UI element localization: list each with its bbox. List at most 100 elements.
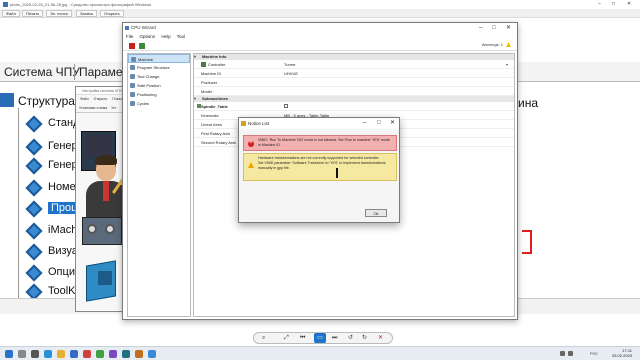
- dialog-close-icon[interactable]: ✕: [390, 118, 395, 129]
- search-icon[interactable]: [18, 350, 26, 358]
- viewer-title-bar: photo_2025-02-25_21-56-28.jpg - Средство…: [0, 0, 640, 9]
- slideshow-icon[interactable]: ▭: [314, 333, 326, 343]
- wizard-menubar: File Options Help Tool: [123, 33, 517, 41]
- viewer-menu-file[interactable]: Файл: [2, 10, 20, 17]
- viewer-title: photo_2025-02-25_21-56-28.jpg - Средство…: [10, 2, 152, 7]
- language-indicator[interactable]: РУС: [590, 351, 598, 356]
- warning-icon: [248, 162, 254, 168]
- diamond-icon: [25, 179, 43, 197]
- minimize-icon[interactable]: –: [598, 0, 601, 9]
- dialog-maximize-icon[interactable]: □: [377, 118, 381, 129]
- delete-icon[interactable]: ✕: [378, 333, 383, 343]
- bg-red-outline: [522, 230, 532, 254]
- task-view-icon[interactable]: [31, 350, 39, 358]
- network-icon[interactable]: [560, 351, 565, 356]
- app-icon[interactable]: [70, 350, 78, 358]
- volume-icon[interactable]: [568, 351, 573, 356]
- wizard-nav: Machine Program Structure Tool Change Sa…: [127, 53, 191, 317]
- win2-menu-show[interactable]: Показ: [112, 97, 122, 101]
- stop-icon[interactable]: [129, 43, 135, 49]
- clock[interactable]: 17:11 25.02.2025: [612, 348, 632, 358]
- app-icon[interactable]: [83, 350, 91, 358]
- dialog-title-bar: Notice List – □ ✕: [239, 118, 399, 129]
- run-icon[interactable]: [139, 43, 145, 49]
- win2-settings-tab[interactable]: Уст: [111, 106, 116, 110]
- maximize-icon[interactable]: □: [612, 0, 615, 9]
- win2-menu-open[interactable]: Открыть: [94, 97, 108, 101]
- app-icon[interactable]: [109, 350, 117, 358]
- wizard-title-bar: CPU Wizard – □ ✕: [123, 23, 517, 33]
- viewer-menu-print[interactable]: Печать: [22, 10, 44, 17]
- prev-icon[interactable]: ⏮: [300, 333, 305, 343]
- chevron-down-icon[interactable]: ▾: [506, 60, 508, 69]
- fit-icon[interactable]: ⤢: [284, 333, 289, 343]
- diamond-icon: [25, 243, 43, 261]
- error-icon: [248, 140, 254, 147]
- ok-button[interactable]: Ok: [365, 209, 387, 217]
- win2-menu-file[interactable]: Файл: [80, 97, 89, 101]
- app-icon[interactable]: [135, 350, 143, 358]
- notice-icon: [241, 121, 246, 126]
- bg-tab-separator: [74, 64, 75, 80]
- diamond-icon: [25, 264, 43, 282]
- close-icon[interactable]: ✕: [627, 0, 631, 9]
- wizard-menu-tool[interactable]: Tool: [177, 34, 185, 39]
- diamond-icon: [25, 138, 43, 156]
- start-icon[interactable]: [5, 350, 13, 358]
- rotate-left-icon[interactable]: ↺: [348, 333, 353, 343]
- diamond-icon: [25, 157, 43, 175]
- structure-icon: [0, 93, 14, 107]
- bg-tree-line: [18, 108, 19, 298]
- viewer-menu-email[interactable]: Эл. почта: [46, 10, 72, 17]
- diamond-icon: [25, 200, 43, 218]
- dialog-minimize-icon[interactable]: –: [363, 118, 366, 129]
- wizard-app-icon: [125, 26, 129, 30]
- wizard-maximize-icon[interactable]: □: [492, 23, 496, 33]
- nav-item-tool-change[interactable]: Tool Change: [128, 72, 190, 81]
- prop-row[interactable]: Model: [194, 87, 514, 96]
- next-icon[interactable]: ⏭: [332, 333, 337, 343]
- machine-controls-image: [82, 217, 122, 245]
- text-cursor-icon: [336, 168, 338, 178]
- viewer-controls: ⌕ ⤢ ⏮ ▭ ⏭ ↺ ↻ ✕: [253, 332, 393, 344]
- warnings-count[interactable]: Warnings: 1: [482, 42, 503, 47]
- wizard-close-icon[interactable]: ✕: [506, 23, 511, 33]
- bg-tab-cnc[interactable]: Система ЧПУ: [4, 65, 80, 79]
- diamond-icon: [25, 222, 43, 240]
- safe-icon: [130, 83, 135, 88]
- prop-row[interactable]: Machine ID UHVUE: [194, 69, 514, 78]
- prop-row[interactable]: Producer: [194, 78, 514, 87]
- prop-row-spindle-table[interactable]: Spindle_Table: [194, 102, 514, 111]
- zoom-icon[interactable]: ⌕: [262, 333, 265, 343]
- viewer-app-icon: [3, 2, 8, 7]
- win2-machine-settings[interactable]: Установки станка: [79, 106, 107, 110]
- warning-notice[interactable]: Hardware transformations are not current…: [243, 153, 397, 181]
- controller-icon: [201, 62, 206, 67]
- photo-viewer-icon[interactable]: [148, 350, 156, 358]
- dialog-title: Notice List: [248, 121, 270, 126]
- app-icon[interactable]: [96, 350, 104, 358]
- error-notice[interactable]: VMID: 'Run To Machine' NO' mode is not a…: [243, 135, 397, 151]
- wizard-menu-file[interactable]: File: [126, 34, 133, 39]
- diamond-icon: [25, 115, 43, 133]
- nav-item-program-structure[interactable]: Program Structure: [128, 63, 190, 72]
- nav-item-positioning[interactable]: Positioning: [128, 90, 190, 99]
- wizard-menu-help[interactable]: Help: [161, 34, 170, 39]
- spindle-checkbox[interactable]: [284, 104, 288, 108]
- rotate-right-icon[interactable]: ↻: [362, 333, 367, 343]
- viewer-menu-burn[interactable]: Запись: [76, 10, 98, 17]
- structure-icon: [130, 65, 135, 70]
- taskbar: РУС 17:11 25.02.2025: [0, 346, 640, 360]
- prop-row-controller[interactable]: Controller Turner ▾: [194, 60, 514, 69]
- wizard-minimize-icon[interactable]: –: [479, 23, 482, 33]
- viewer-menu-open[interactable]: Открыть: [100, 10, 124, 17]
- nav-item-cycles[interactable]: Cycles: [128, 99, 190, 108]
- app-icon[interactable]: [122, 350, 130, 358]
- explorer-icon[interactable]: [57, 350, 65, 358]
- positioning-icon: [130, 92, 135, 97]
- nav-item-machine[interactable]: Machine: [128, 54, 190, 63]
- wizard-menu-options[interactable]: Options: [140, 34, 156, 39]
- machine-icon: [131, 57, 136, 62]
- nav-item-safe-position[interactable]: Safe Position: [128, 81, 190, 90]
- edge-icon[interactable]: [44, 350, 52, 358]
